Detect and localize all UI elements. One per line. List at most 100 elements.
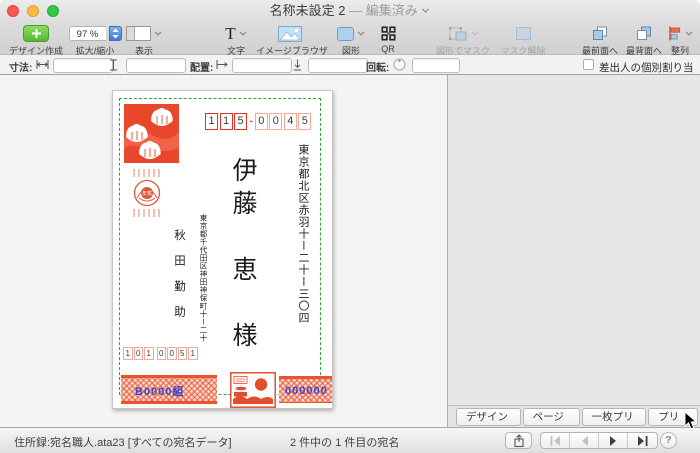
sender-name-text[interactable]: 秋田勤助 xyxy=(171,229,187,331)
bring-to-front-button[interactable]: 最前面へ xyxy=(578,23,622,57)
sender-individual-checkbox[interactable] xyxy=(583,59,594,70)
address-book-status: 住所録:宛名職人.ata23 [すべての宛名データ] xyxy=(14,434,232,450)
chevron-down-icon xyxy=(239,31,247,36)
zoom-control: 97 % 拡大/縮小 xyxy=(66,23,124,57)
send-to-back-button[interactable]: 最背面へ xyxy=(622,23,666,57)
send-to-back-icon xyxy=(636,26,652,41)
postal-digit-box: 1 xyxy=(220,113,233,130)
y-position-input[interactable] xyxy=(308,58,368,73)
lottery-left-text: B0000組 xyxy=(135,383,184,399)
width-input[interactable] xyxy=(53,58,113,73)
rotation-input[interactable] xyxy=(412,58,460,73)
chevron-down-icon xyxy=(357,31,365,36)
sender-postal-code-boxes[interactable]: 1 0 1 0 0 5 1 xyxy=(123,347,199,360)
design-settings-button[interactable]: デザイン設定 xyxy=(456,408,521,426)
mask-with-shape-icon xyxy=(448,26,468,41)
view-button[interactable]: 表示 xyxy=(118,23,170,57)
format-bar: 寸法: 配置: 回転: 差出人の個別割り当て xyxy=(0,55,700,75)
postal-digit-box: 1 xyxy=(123,347,133,360)
shape-tool-button[interactable]: 図形 xyxy=(328,23,374,57)
postal-digit-box: 0 xyxy=(134,347,144,360)
postal-digit-box: 1 xyxy=(144,347,154,360)
next-record-icon xyxy=(609,436,618,446)
postal-digit-box: 4 xyxy=(284,113,297,130)
sender-address-text[interactable]: 東京都千代田区神田神保町十ー二十 xyxy=(198,214,209,342)
postal-digit-box: 0 xyxy=(255,113,268,130)
bottom-center-illustration xyxy=(230,372,276,408)
image-browser-button[interactable]: イメージブラウザ xyxy=(256,23,324,57)
y-position-icon xyxy=(292,59,303,71)
panel-button-bar: デザイン設定 ページ設定 一枚プリント プリント xyxy=(448,405,700,427)
share-button[interactable] xyxy=(505,432,532,449)
design-create-button[interactable]: デザイン作成 xyxy=(8,23,64,57)
mask-release-icon xyxy=(516,27,531,40)
record-navigation xyxy=(540,432,658,449)
postal-digit-box: 1 xyxy=(188,347,198,360)
arrange-label: 配置: xyxy=(190,59,213,74)
postal-digit-box: 0 xyxy=(269,113,282,130)
postal-digit-box: 1 xyxy=(205,113,218,130)
share-icon xyxy=(513,434,525,448)
text-T-icon: T xyxy=(225,25,235,42)
nenga-emblem-graphic[interactable]: 年賀 xyxy=(130,169,164,217)
width-icon xyxy=(36,59,49,70)
previous-record-button[interactable] xyxy=(570,433,599,448)
mask-release-button[interactable]: マスク解除 xyxy=(496,23,550,57)
titlebar: 名称未設定 2 — 編集済み xyxy=(0,0,700,22)
postal-hyphen: - xyxy=(250,116,253,127)
lottery-right-text: 000000 xyxy=(285,385,328,397)
title-chevron-down-icon[interactable] xyxy=(421,8,430,14)
qr-code-icon xyxy=(381,26,396,41)
main-toolbar: デザイン作成 97 % 拡大/縮小 表示 T 文字 イメージブラウザ 図形 QR xyxy=(0,22,700,55)
mouse-cursor xyxy=(684,411,697,430)
mask-with-shape-button[interactable]: 図形でマスク xyxy=(430,23,496,57)
postal-digit-box: 5 xyxy=(234,113,247,130)
plus-icon xyxy=(23,25,49,42)
height-icon xyxy=(108,59,119,71)
image-browser-icon xyxy=(278,26,302,42)
page-settings-button[interactable]: ページ設定 xyxy=(523,408,580,426)
record-position-status: 2 件中の 1 件目の宛名 xyxy=(290,434,399,450)
x-position-icon xyxy=(216,59,228,70)
postal-digit-box: 0 xyxy=(157,347,167,360)
postal-digit-box: 5 xyxy=(178,347,188,360)
last-record-icon xyxy=(637,436,648,446)
recipient-name-text[interactable]: 伊藤 恵 様 xyxy=(224,157,260,355)
align-icon xyxy=(668,26,682,41)
window-title-area: 名称未設定 2 — 編集済み xyxy=(0,0,700,22)
postal-digit-box: 5 xyxy=(298,113,311,130)
chevron-down-icon xyxy=(685,31,693,36)
recipient-address-text[interactable]: 東京都北区赤羽十ー二十ー三〇四 xyxy=(295,144,311,324)
design-canvas[interactable]: 年賀 1 1 5 - 0 0 4 5 東京都北区赤羽十ー二十ー三〇四 伊藤 恵 … xyxy=(0,75,447,427)
recipient-postal-code-boxes[interactable]: 1 1 5 - 0 0 4 5 xyxy=(205,113,313,130)
single-print-button[interactable]: 一枚プリント xyxy=(582,408,647,426)
postcard-preview[interactable]: 年賀 1 1 5 - 0 0 4 5 東京都北区赤羽十ー二十ー三〇四 伊藤 恵 … xyxy=(112,90,333,409)
previous-record-icon xyxy=(580,436,589,446)
new-year-stamp-graphic[interactable] xyxy=(124,104,179,163)
first-record-icon xyxy=(550,436,561,446)
app-window: 名称未設定 2 — 編集済み デザイン作成 97 % 拡大/縮小 表示 T 文字… xyxy=(0,0,700,453)
main-area: 年賀 1 1 5 - 0 0 4 5 東京都北区赤羽十ー二十ー三〇四 伊藤 恵 … xyxy=(0,75,700,427)
bring-to-front-icon xyxy=(592,26,608,41)
height-input[interactable] xyxy=(126,58,186,73)
rotation-dial[interactable] xyxy=(393,58,406,71)
settings-panel: デザイン設定 ページ設定 一枚プリント プリント xyxy=(448,75,700,427)
last-record-button[interactable] xyxy=(628,433,657,448)
qr-button[interactable]: QR xyxy=(374,23,402,54)
next-record-button[interactable] xyxy=(599,433,628,448)
status-bar: 住所録:宛名職人.ata23 [すべての宛名データ] 2 件中の 1 件目の宛名… xyxy=(0,427,700,453)
chevron-down-icon xyxy=(471,31,479,36)
zoom-level-field[interactable]: 97 % xyxy=(69,26,106,41)
window-edited-status: — 編集済み xyxy=(345,3,417,18)
x-position-input[interactable] xyxy=(232,58,292,73)
view-panel-icon xyxy=(126,26,151,41)
align-button[interactable]: 整列 xyxy=(662,23,698,57)
postal-digit-box: 0 xyxy=(167,347,177,360)
text-tool-button[interactable]: T 文字 xyxy=(212,23,260,57)
first-record-button[interactable] xyxy=(541,433,570,448)
help-button[interactable]: ? xyxy=(660,432,677,449)
dimension-label: 寸法: xyxy=(9,59,32,74)
chevron-down-icon xyxy=(154,31,162,36)
window-title: 名称未設定 2 xyxy=(270,3,346,18)
nenga-label: 年賀 xyxy=(142,190,152,197)
